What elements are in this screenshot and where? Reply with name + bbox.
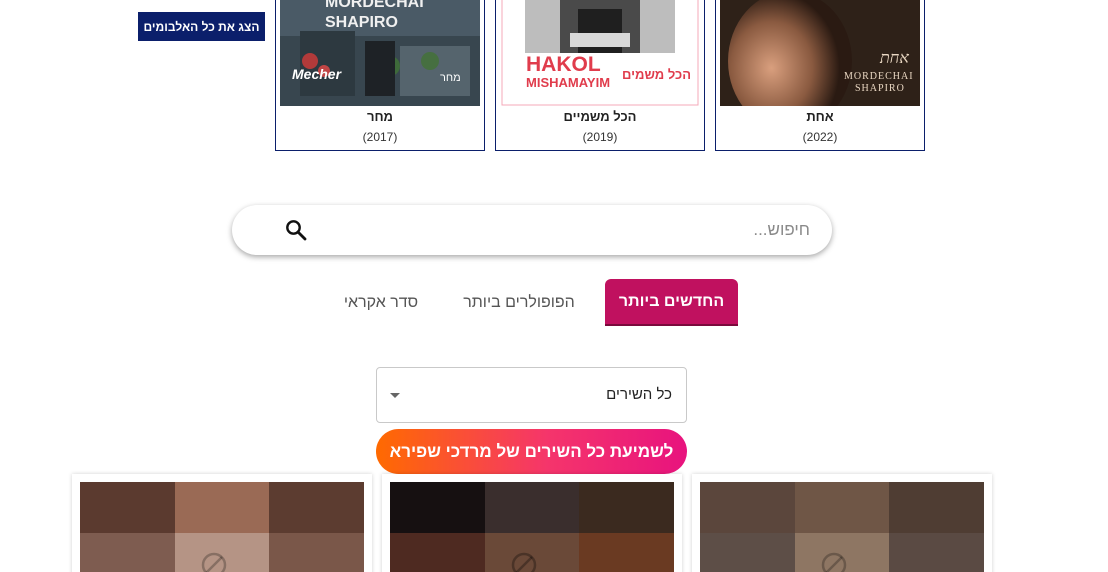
- album-title: הכל משמיים: [563, 109, 637, 124]
- tab-newest[interactable]: החדשים ביותר: [605, 279, 738, 326]
- search-input[interactable]: [330, 215, 810, 245]
- svg-text:SHAPIRO: SHAPIRO: [325, 14, 398, 31]
- album-cover-image: HAKOL MISHAMAYIM הכל משמים: [500, 0, 700, 106]
- songs-filter-select[interactable]: כל השירים: [376, 367, 687, 423]
- tab-random-order[interactable]: סדר אקראי: [333, 279, 429, 326]
- svg-text:SHAPIRO: SHAPIRO: [855, 83, 905, 94]
- album-card-machar[interactable]: MORDECHAI SHAPIRO Mecher מחר מחר (2017): [275, 0, 485, 151]
- svg-text:MORDECHAI: MORDECHAI: [844, 71, 914, 82]
- svg-text:HAKOL: HAKOL: [526, 53, 601, 76]
- album-year: (2017): [362, 130, 398, 144]
- chevron-down-icon: [390, 393, 400, 398]
- show-all-albums-button[interactable]: הצג את כל האלבומים: [138, 12, 265, 41]
- tab-most-popular[interactable]: הפופולרים ביותר: [455, 279, 583, 326]
- album-cover-image: MORDECHAI SHAPIRO Mecher מחר: [280, 0, 480, 106]
- svg-text:מחר: מחר: [440, 72, 461, 84]
- song-card[interactable]: [692, 474, 992, 572]
- album-year: (2022): [802, 130, 838, 144]
- song-card[interactable]: [382, 474, 682, 572]
- no-image-icon: [821, 552, 847, 572]
- song-card[interactable]: [72, 474, 372, 572]
- album-year: (2019): [582, 130, 618, 144]
- album-title: מחר: [366, 109, 394, 124]
- svg-text:MORDECHAI: MORDECHAI: [325, 0, 424, 11]
- svg-text:הכל משמים: הכל משמים: [622, 67, 691, 82]
- svg-text:MISHAMAYIM: MISHAMAYIM: [526, 75, 610, 90]
- search-icon[interactable]: [284, 218, 308, 242]
- album-card-achat[interactable]: אחת MORDECHAI SHAPIRO אחת (2022): [715, 0, 925, 151]
- svg-text:אחת: אחת: [879, 50, 909, 67]
- album-card-hakol-mishamayim[interactable]: HAKOL MISHAMAYIM הכל משמים הכל משמיים (2…: [495, 0, 705, 151]
- svg-text:Mecher: Mecher: [292, 66, 343, 82]
- album-cover-image: אחת MORDECHAI SHAPIRO: [720, 0, 920, 106]
- no-image-icon: [201, 552, 227, 572]
- no-image-icon: [511, 552, 537, 572]
- listen-all-songs-button[interactable]: לשמיעת כל השירים של מרדכי שפירא: [376, 429, 687, 474]
- album-title: אחת: [806, 109, 834, 124]
- select-value: כל השירים: [606, 386, 672, 403]
- search-bar: [232, 205, 832, 255]
